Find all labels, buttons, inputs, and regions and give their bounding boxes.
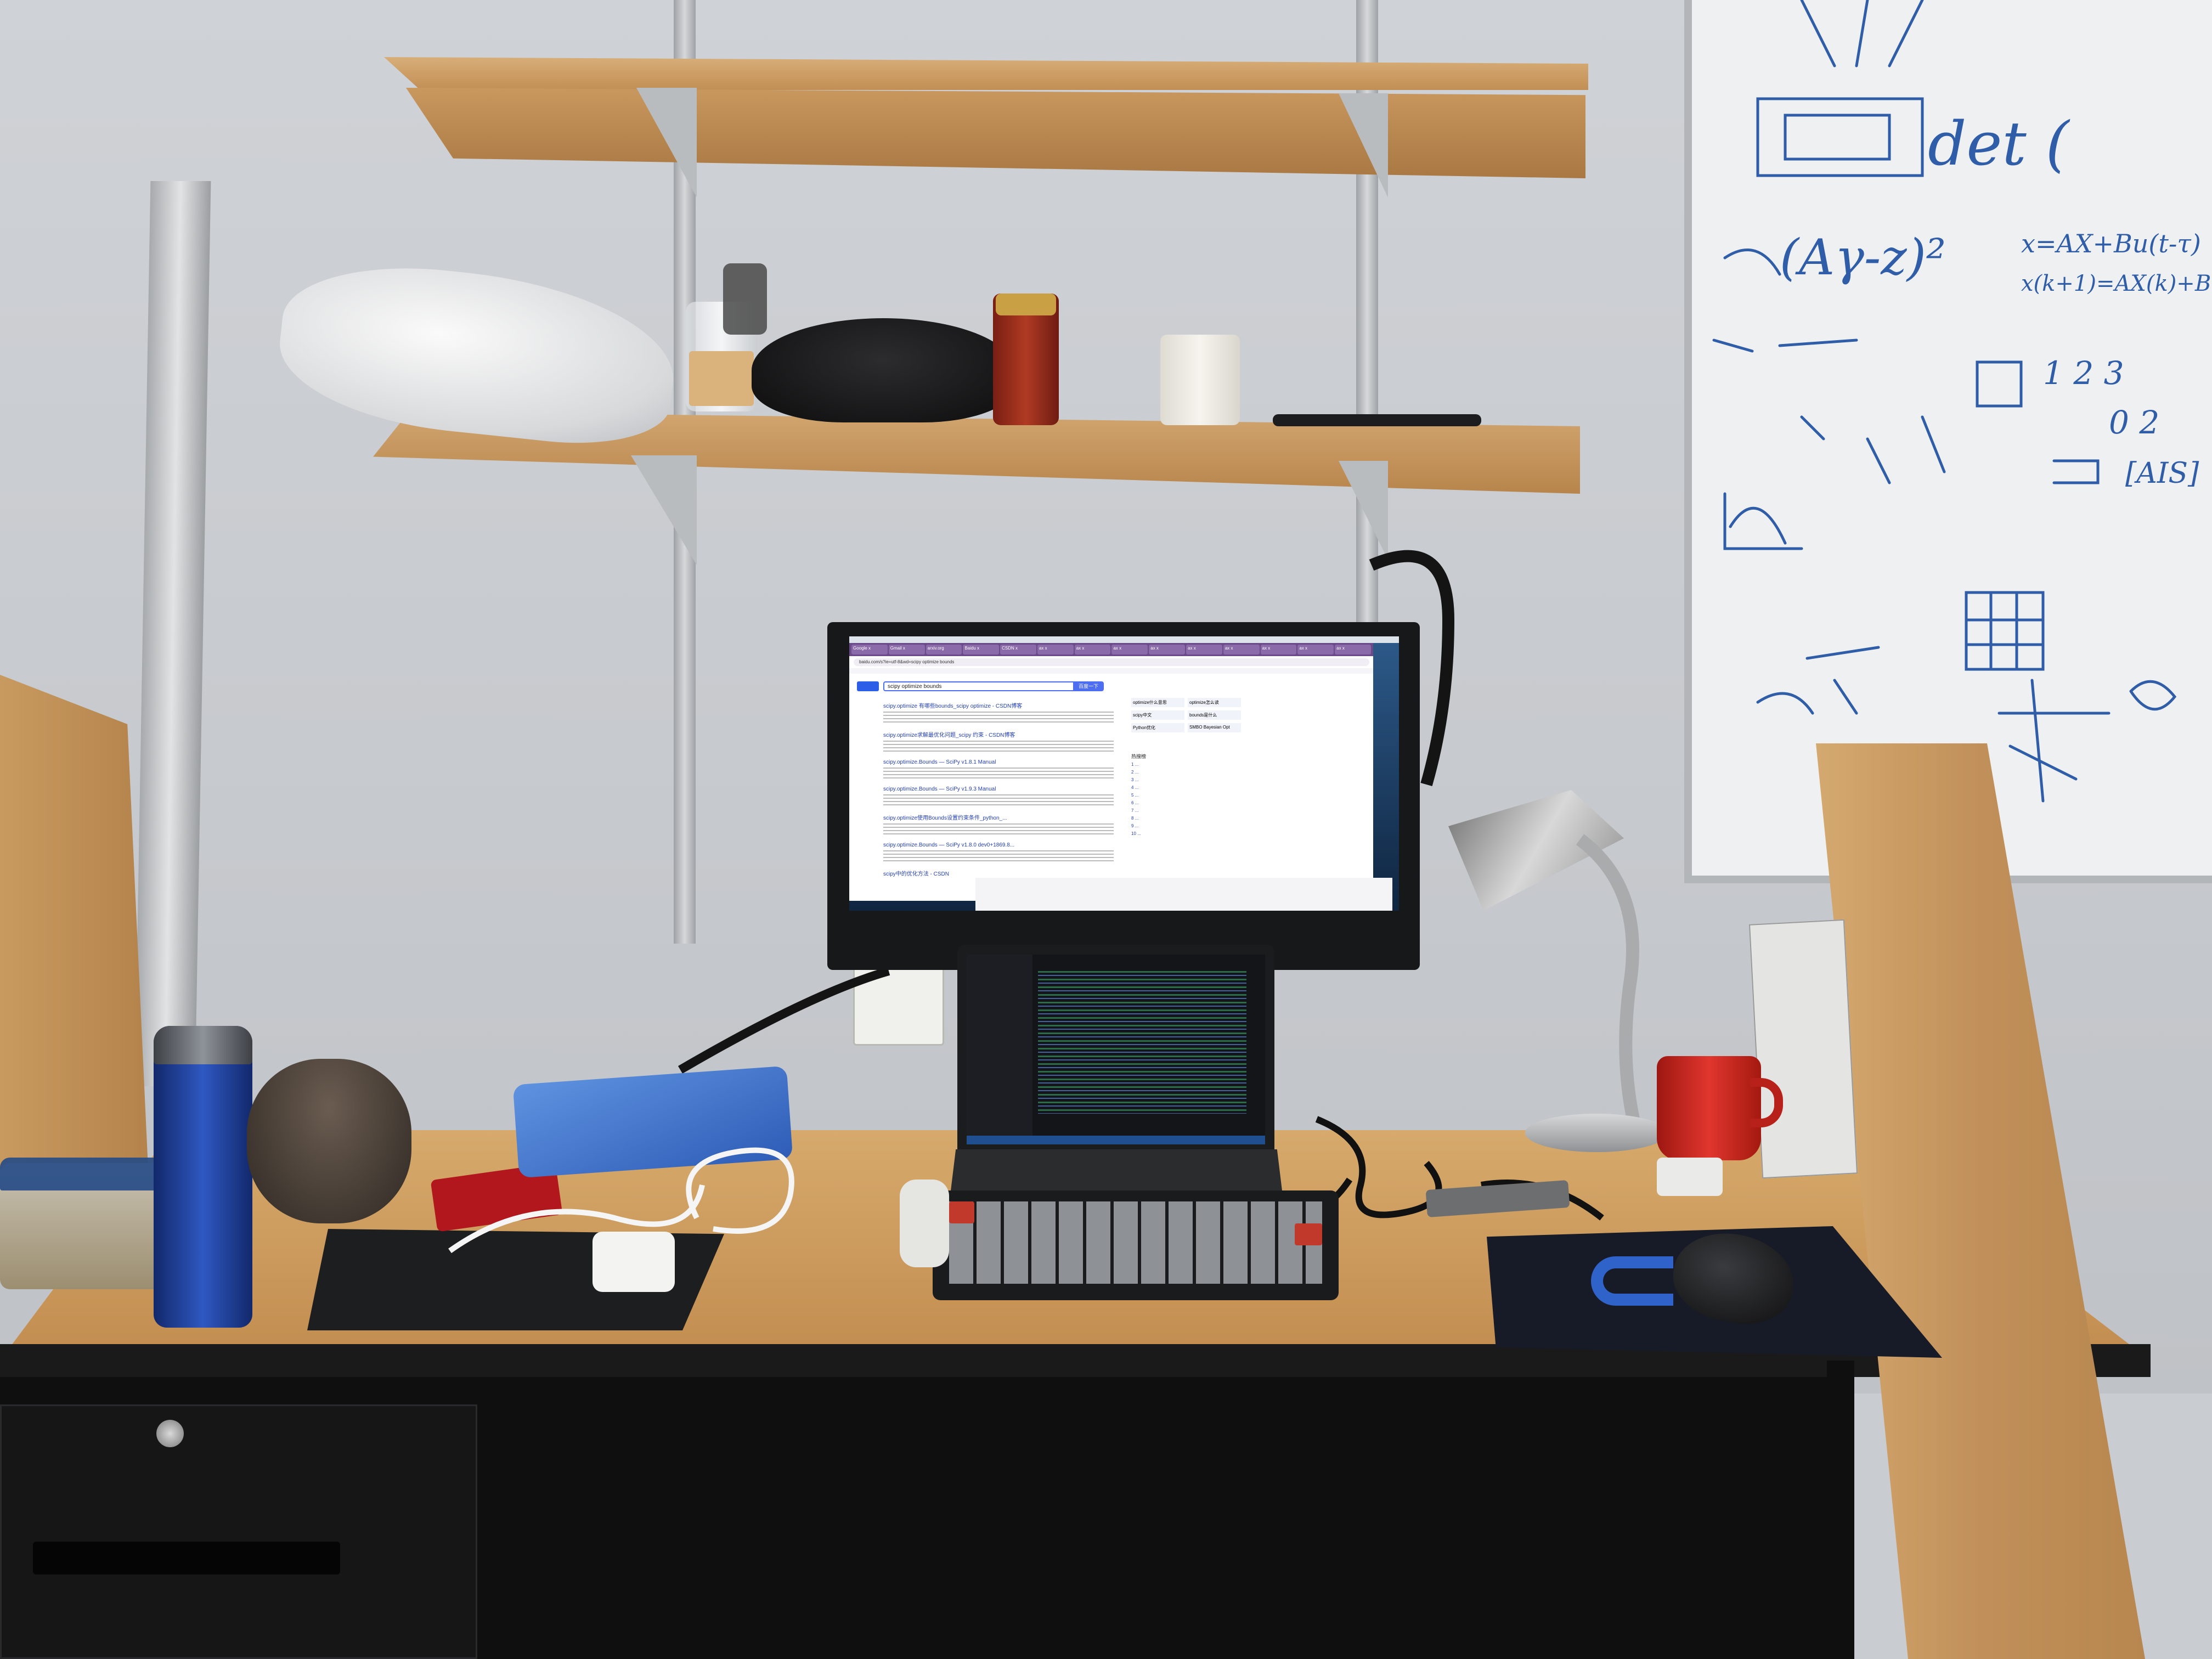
keyboard-escape-key[interactable] xyxy=(949,1201,974,1223)
wb-line-6: 1 2 3 xyxy=(2043,354,2124,392)
browser-tab[interactable]: arxiv.org xyxy=(926,645,962,654)
results-list: scipy.optimize 有哪些bounds_scipy optimize … xyxy=(883,701,1114,877)
hot-list-title: 热搜榜 xyxy=(1131,754,1147,759)
browser-tab[interactable]: ax x xyxy=(1186,645,1222,654)
browser-tab[interactable]: CSDN x xyxy=(1000,645,1036,654)
hot-item[interactable]: 8 ... xyxy=(1131,816,1235,821)
wb-line-4: x(k+1)=AX(k)+Bu(k-τ) xyxy=(2021,271,2212,296)
drawer-cabinet xyxy=(0,1404,477,1659)
wb-line-2: (Aγ-z)² xyxy=(1780,229,1946,286)
browser-tab[interactable]: ax x xyxy=(1149,645,1186,654)
browser-tab[interactable]: ax x xyxy=(1037,645,1074,654)
hot-list: 热搜榜 1 ... 2 ... 3 ... 4 ... 5 ... 6 ... … xyxy=(1131,753,1235,836)
black-cap xyxy=(752,318,1015,422)
address-bar[interactable]: baidu.com/s?ie=utf-8&wd=scipy optimize b… xyxy=(854,658,1369,666)
campus-map xyxy=(1748,919,1858,1179)
related-chip[interactable]: scipy中文 xyxy=(1131,710,1184,720)
result-snippet xyxy=(883,794,1114,805)
browser-tab-strip: Google x Gmail x arxiv.org Baidu x CSDN … xyxy=(849,643,1373,656)
browser-tab[interactable]: ax x xyxy=(1074,645,1111,654)
browser-tab[interactable]: ax x xyxy=(1335,645,1371,654)
related-chip[interactable]: bounds是什么 xyxy=(1188,710,1241,720)
browser-tab[interactable]: ax x xyxy=(1111,645,1148,654)
bookmarks-bar xyxy=(849,668,1373,674)
related-chip[interactable]: Python优化 xyxy=(1131,723,1184,732)
mouse-pad-logo xyxy=(1591,1256,1673,1306)
jar-label xyxy=(689,351,754,406)
keyboard-enter-key[interactable] xyxy=(1295,1223,1322,1245)
result-title[interactable]: scipy.optimize.Bounds — SciPy v1.8.0 dev… xyxy=(883,842,1114,848)
baidu-logo xyxy=(857,681,879,691)
hot-item[interactable]: 4 ... xyxy=(1131,785,1235,790)
browser-tab[interactable]: Baidu x xyxy=(963,645,1000,654)
result-snippet xyxy=(883,741,1114,752)
result-title[interactable]: scipy.optimize.Bounds — SciPy v1.9.3 Man… xyxy=(883,786,1114,792)
related-chip[interactable]: SMBO Bayesian Opt xyxy=(1188,723,1241,732)
result-title[interactable]: scipy.optimize使用Bounds设置约束条件_python_... xyxy=(883,813,1114,821)
wood-board-left xyxy=(0,675,148,1169)
result-snippet xyxy=(883,850,1114,861)
paper-towel-roll xyxy=(1160,335,1240,425)
laptop-stand xyxy=(900,1180,949,1267)
wb-line-5: [AIS] xyxy=(2125,457,2199,490)
hot-item[interactable]: 7 ... xyxy=(1131,808,1235,813)
keyboard-keys xyxy=(949,1201,1322,1284)
tumbler xyxy=(154,1026,252,1328)
result-title[interactable]: scipy.optimize.Bounds — SciPy v1.8.1 Man… xyxy=(883,759,1114,765)
related-searches: optimize什么意思 optimize怎么读 scipy中文 bounds是… xyxy=(1131,698,1241,732)
result-title[interactable]: scipy.optimize求解最优化问题_scipy 约束 - CSDN博客 xyxy=(883,730,1114,738)
tumbler-lid xyxy=(154,1026,252,1064)
editor-status-bar xyxy=(967,1136,1265,1144)
search-button[interactable]: 百度一下 xyxy=(1073,681,1104,691)
editor-sidebar xyxy=(967,955,1032,1144)
related-chip[interactable]: optimize怎么读 xyxy=(1188,698,1241,707)
laptop-screen xyxy=(967,955,1265,1144)
mac-menu-bar xyxy=(849,636,1399,643)
result-snippet xyxy=(883,768,1114,778)
hot-item[interactable]: 3 ... xyxy=(1131,777,1235,782)
browser-tab[interactable]: ax x xyxy=(1223,645,1260,654)
wb-line-3: x=AX+Bu(t-τ) xyxy=(2021,229,2201,258)
food-container-lid xyxy=(0,1158,165,1190)
desk-leg xyxy=(1827,1361,1854,1659)
browser-window: Google x Gmail x arxiv.org Baidu x CSDN … xyxy=(849,643,1373,901)
hot-item[interactable]: 1 ... xyxy=(1131,762,1235,767)
shelf-cable xyxy=(1273,414,1481,426)
hot-item[interactable]: 2 ... xyxy=(1131,770,1235,775)
wb-line-7: 0 2 xyxy=(2109,404,2159,441)
result-snippet xyxy=(883,712,1114,723)
result-snippet xyxy=(883,823,1114,834)
monitor-screen: Google x Gmail x arxiv.org Baidu x CSDN … xyxy=(849,636,1399,911)
drawer-handle[interactable] xyxy=(33,1542,340,1575)
background-window xyxy=(975,878,1392,911)
browser-tab[interactable]: ax x xyxy=(1260,645,1297,654)
browser-tab[interactable]: ax x xyxy=(1297,645,1334,654)
drawer-lock-icon xyxy=(156,1420,184,1447)
result-title[interactable]: scipy中的优化方法 - CSDN xyxy=(883,869,1114,877)
search-input[interactable]: scipy optimize bounds xyxy=(883,681,1074,691)
wb-line-1: det ( xyxy=(1928,109,2070,179)
result-title[interactable]: scipy.optimize 有哪些bounds_scipy optimize … xyxy=(883,701,1114,709)
editor-code xyxy=(1038,971,1246,1114)
hot-item[interactable]: 9 ... xyxy=(1131,823,1235,828)
browser-tab[interactable]: Gmail x xyxy=(888,645,925,654)
hot-item[interactable]: 6 ... xyxy=(1131,800,1235,805)
lamp-base xyxy=(1525,1114,1668,1152)
hot-item[interactable]: 5 ... xyxy=(1131,793,1235,798)
mechanical-keyboard[interactable] xyxy=(933,1190,1339,1300)
hot-item[interactable]: 10 ... xyxy=(1131,831,1235,836)
chili-jar-lid xyxy=(996,294,1056,315)
related-chip[interactable]: optimize什么意思 xyxy=(1131,698,1184,707)
small-jar xyxy=(723,263,767,335)
red-mug xyxy=(1657,1056,1761,1160)
browser-tab[interactable]: Google x xyxy=(851,645,888,654)
power-adapter xyxy=(1657,1158,1723,1196)
